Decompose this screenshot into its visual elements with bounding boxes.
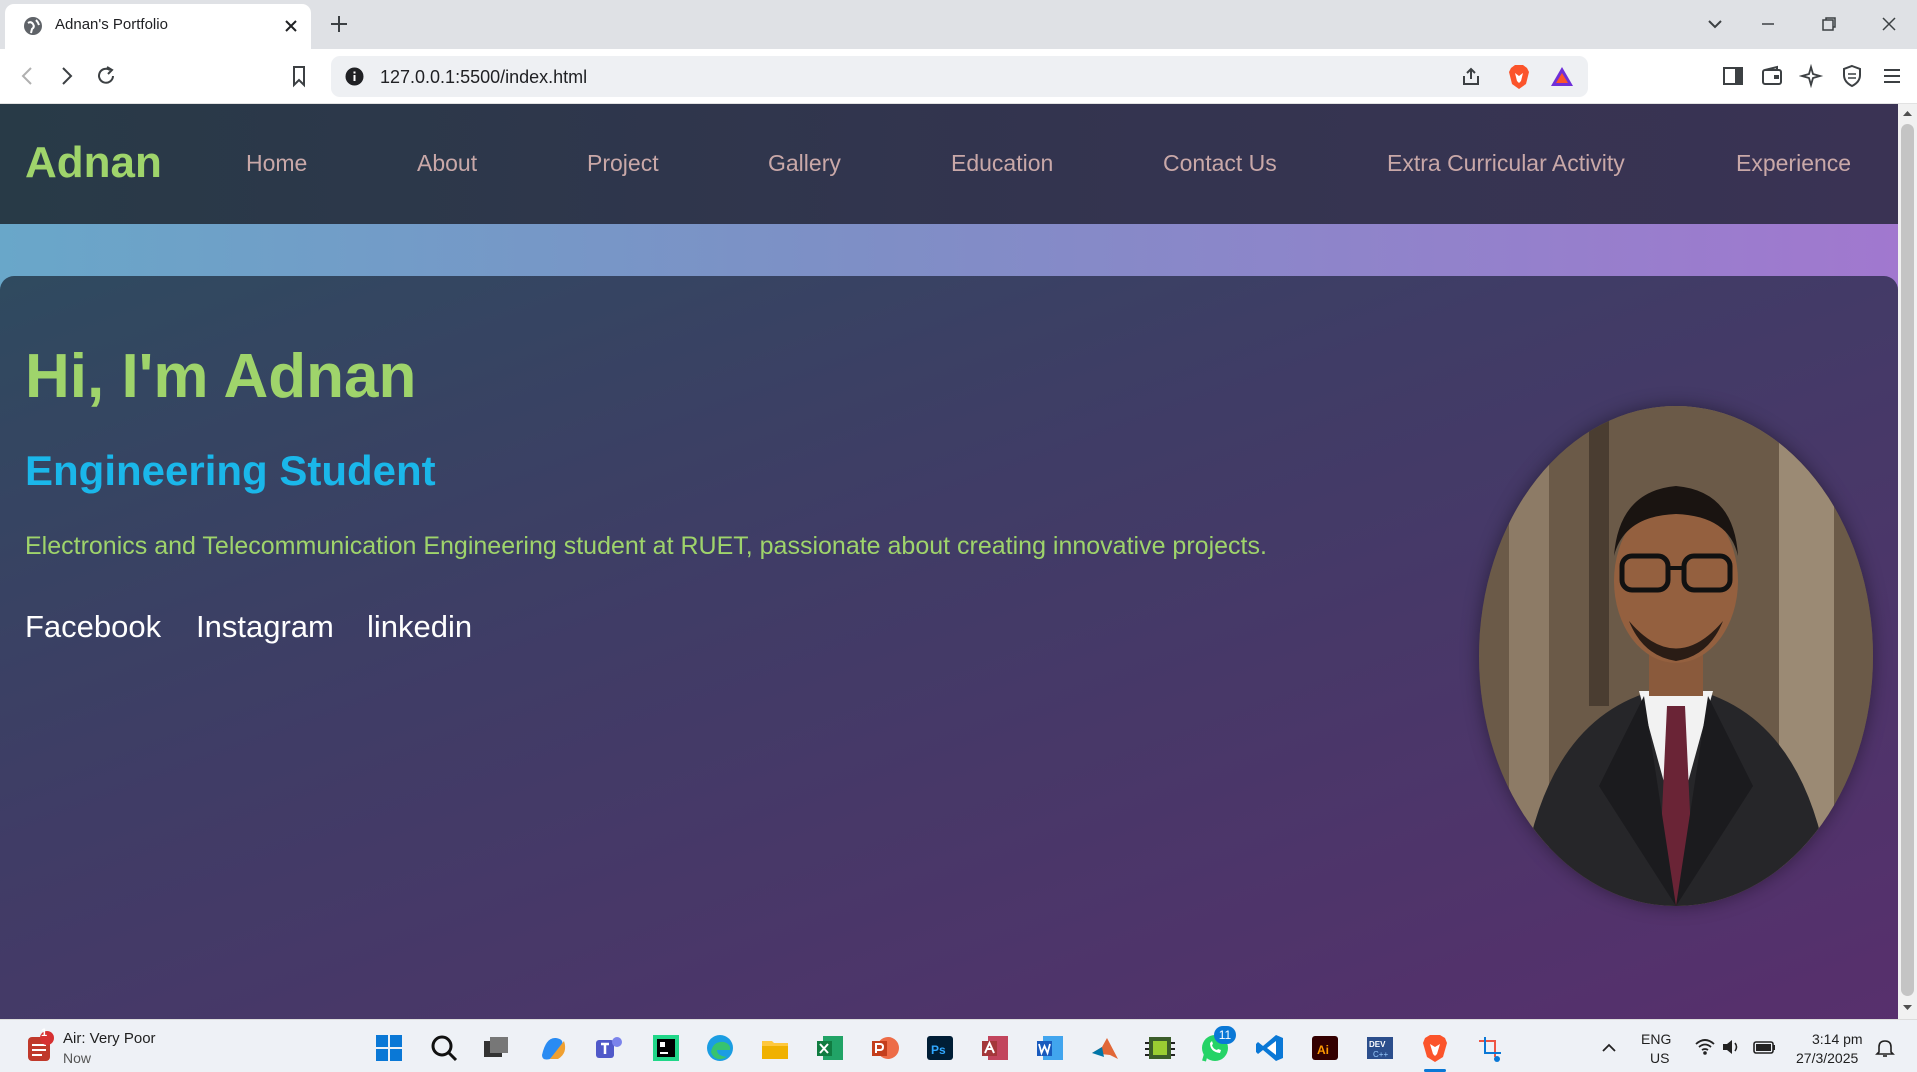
battery-icon[interactable] bbox=[1753, 1038, 1777, 1056]
file-explorer-icon[interactable] bbox=[760, 1033, 790, 1063]
show-hidden-icons-chevron-icon[interactable] bbox=[1601, 1041, 1617, 1053]
svg-text:DEV: DEV bbox=[1369, 1040, 1386, 1049]
teams-icon[interactable] bbox=[594, 1033, 624, 1063]
share-icon[interactable] bbox=[1459, 65, 1483, 89]
clock-date[interactable]: 27/3/2025 bbox=[1796, 1050, 1858, 1066]
svg-text:Ai: Ai bbox=[1317, 1043, 1329, 1057]
snipping-tool-icon[interactable] bbox=[1475, 1033, 1505, 1063]
globe-icon bbox=[24, 17, 42, 35]
brave-browser-icon[interactable] bbox=[1420, 1033, 1450, 1063]
site-logo[interactable]: Adnan bbox=[25, 138, 162, 188]
copilot-icon[interactable] bbox=[538, 1033, 568, 1063]
nav-extra-curricular[interactable]: Extra Curricular Activity bbox=[1387, 150, 1625, 177]
site-navbar: Adnan Home About Project Gallery Educati… bbox=[0, 104, 1898, 224]
notification-bell-icon[interactable] bbox=[1875, 1038, 1895, 1058]
nav-contact-us[interactable]: Contact Us bbox=[1163, 150, 1277, 177]
browser-tab[interactable]: Adnan's Portfolio bbox=[5, 4, 311, 49]
matlab-icon[interactable] bbox=[1090, 1033, 1120, 1063]
pycharm-icon[interactable] bbox=[651, 1033, 681, 1063]
tab-title: Adnan's Portfolio bbox=[55, 16, 168, 33]
devcpp-icon[interactable]: DEV C++ bbox=[1365, 1033, 1395, 1063]
linkedin-link[interactable]: linkedin bbox=[367, 609, 472, 645]
task-view-icon[interactable] bbox=[481, 1033, 511, 1063]
nav-home[interactable]: Home bbox=[246, 150, 307, 177]
circuit-app-icon[interactable] bbox=[1145, 1033, 1175, 1063]
brave-shields-icon[interactable] bbox=[1507, 64, 1531, 90]
wallet-icon[interactable] bbox=[1759, 63, 1785, 89]
leo-ai-icon[interactable] bbox=[1799, 63, 1825, 89]
close-window-icon[interactable] bbox=[1877, 12, 1901, 36]
nav-gallery[interactable]: Gallery bbox=[768, 150, 841, 177]
access-icon[interactable] bbox=[980, 1033, 1010, 1063]
hero-description: Electronics and Telecommunication Engine… bbox=[25, 532, 1267, 560]
vpn-shield-icon[interactable] bbox=[1839, 63, 1865, 89]
weather-badge: 1 bbox=[41, 1027, 48, 1039]
page-scrollbar[interactable] bbox=[1898, 104, 1917, 1019]
nav-experience[interactable]: Experience bbox=[1736, 150, 1851, 177]
profile-photo bbox=[1479, 406, 1873, 906]
hero-role: Engineering Student bbox=[25, 447, 436, 494]
portrait-illustration bbox=[1479, 406, 1873, 906]
tab-search-chevron-icon[interactable] bbox=[1703, 12, 1727, 36]
language-indicator[interactable]: ENG bbox=[1641, 1031, 1671, 1047]
region-indicator[interactable]: US bbox=[1650, 1050, 1669, 1066]
minimize-icon[interactable] bbox=[1756, 12, 1780, 36]
illustrator-icon[interactable]: Ai bbox=[1310, 1033, 1340, 1063]
scroll-down-arrow-icon[interactable] bbox=[1902, 1004, 1913, 1012]
address-bar[interactable]: 127.0.0.1:5500/index.html bbox=[331, 56, 1588, 97]
screen: Adnan's Portfolio 127.0.0.1:5500/index.h… bbox=[0, 0, 1917, 1072]
bookmark-icon[interactable] bbox=[286, 63, 312, 89]
windows-taskbar: 1 Air: Very Poor Now Ps 11 Ai DEV C++ EN… bbox=[0, 1019, 1917, 1072]
brave-rewards-icon[interactable] bbox=[1549, 65, 1575, 89]
browser-tab-strip: Adnan's Portfolio bbox=[0, 0, 1917, 49]
forward-icon[interactable] bbox=[53, 63, 79, 89]
weather-title: Air: Very Poor bbox=[63, 1030, 156, 1047]
sidebar-icon[interactable] bbox=[1720, 63, 1746, 89]
close-tab-icon[interactable] bbox=[280, 15, 302, 37]
windows-start-icon[interactable] bbox=[374, 1033, 404, 1063]
edge-icon[interactable] bbox=[705, 1033, 735, 1063]
vscode-icon[interactable] bbox=[1255, 1033, 1285, 1063]
nav-project[interactable]: Project bbox=[587, 150, 659, 177]
browser-toolbar: 127.0.0.1:5500/index.html bbox=[0, 49, 1917, 104]
air-quality-icon bbox=[28, 1031, 54, 1061]
weather-subtitle: Now bbox=[63, 1050, 92, 1066]
instagram-link[interactable]: Instagram bbox=[196, 609, 334, 645]
svg-text:Ps: Ps bbox=[931, 1043, 946, 1057]
svg-text:C++: C++ bbox=[1373, 1050, 1388, 1059]
whatsapp-badge: 11 bbox=[1214, 1026, 1236, 1044]
wifi-icon[interactable] bbox=[1694, 1037, 1716, 1057]
scrollbar-thumb[interactable] bbox=[1901, 124, 1914, 996]
nav-education[interactable]: Education bbox=[951, 150, 1053, 177]
clock-time[interactable]: 3:14 pm bbox=[1812, 1031, 1863, 1047]
url-text: 127.0.0.1:5500/index.html bbox=[380, 67, 588, 87]
reload-icon[interactable] bbox=[93, 63, 119, 89]
facebook-link[interactable]: Facebook bbox=[25, 609, 161, 645]
volume-icon[interactable] bbox=[1721, 1037, 1741, 1057]
scroll-up-arrow-icon[interactable] bbox=[1902, 109, 1913, 117]
word-icon[interactable] bbox=[1035, 1033, 1065, 1063]
powerpoint-icon[interactable] bbox=[870, 1033, 900, 1063]
photoshop-icon[interactable]: Ps bbox=[925, 1033, 955, 1063]
new-tab-icon[interactable] bbox=[326, 11, 352, 37]
excel-icon[interactable] bbox=[815, 1033, 845, 1063]
search-icon[interactable] bbox=[429, 1033, 459, 1063]
menu-icon[interactable] bbox=[1879, 63, 1905, 89]
page-viewport: Adnan Home About Project Gallery Educati… bbox=[0, 104, 1898, 1019]
back-icon[interactable] bbox=[15, 63, 41, 89]
nav-about[interactable]: About bbox=[417, 150, 477, 177]
restore-icon[interactable] bbox=[1817, 12, 1841, 36]
hero-greeting: Hi, I'm Adnan bbox=[25, 342, 417, 411]
site-info-icon[interactable] bbox=[344, 66, 365, 87]
